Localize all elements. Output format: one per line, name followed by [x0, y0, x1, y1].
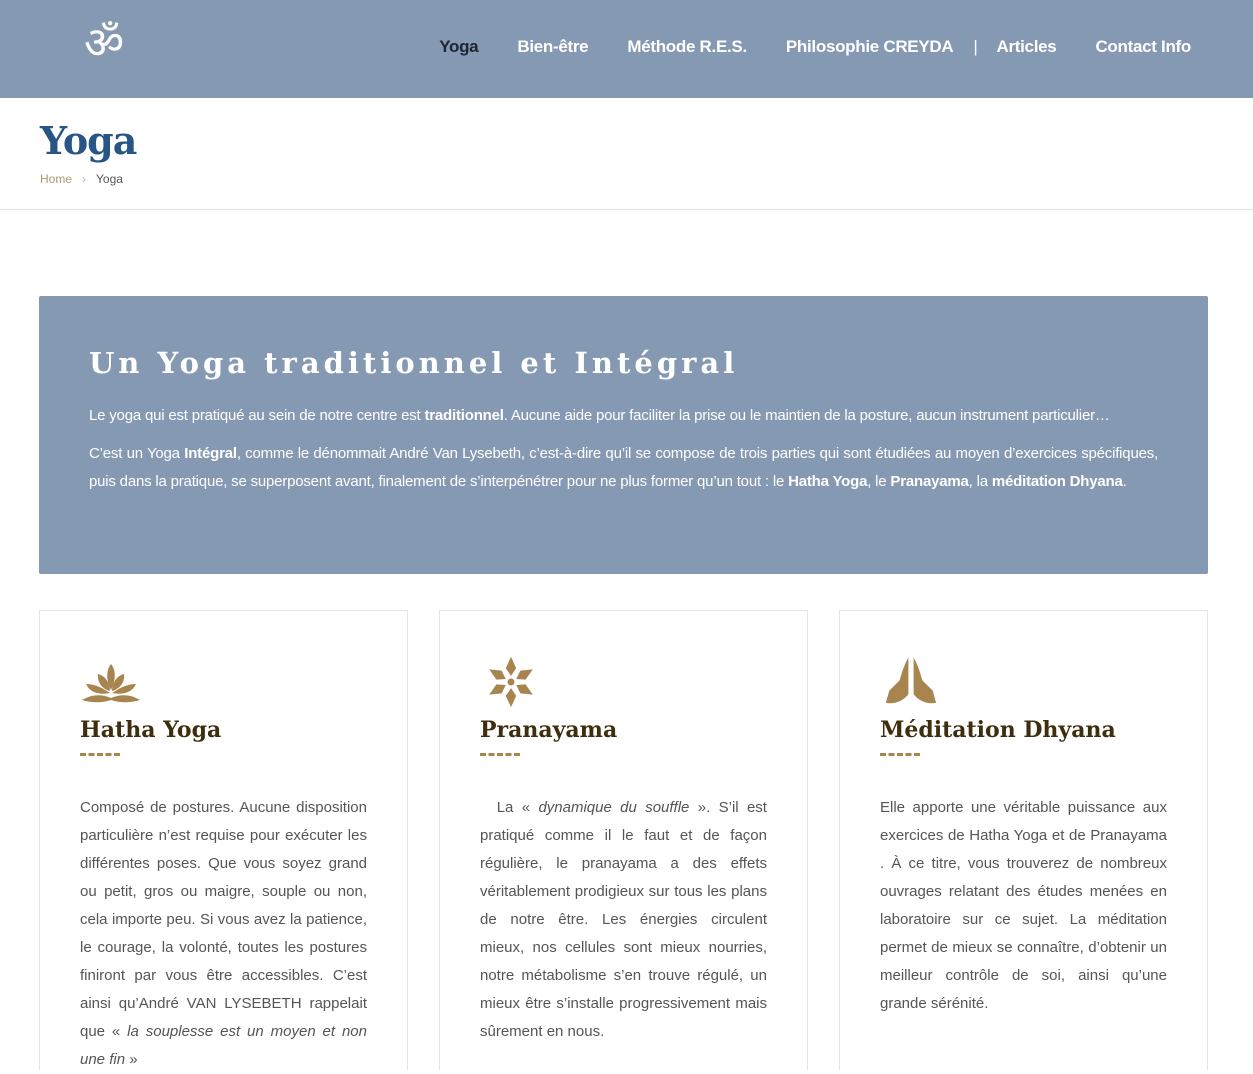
nav-separator: |: [973, 37, 978, 56]
intro-banner: Un Yoga traditionnel et Intégral Le yoga…: [39, 296, 1208, 574]
praying-hands-icon: [885, 657, 937, 704]
lotus-icon: [82, 664, 140, 703]
text: »: [125, 1051, 138, 1068]
card-text: Composé de postures. Aucune disposition …: [80, 794, 367, 1074]
nav-contact-info[interactable]: Contact Info: [1095, 37, 1191, 57]
text: La «: [496, 799, 539, 816]
breadcrumb: Home › Yoga: [40, 172, 123, 186]
card-pranayama: Pranayama La « dynamique du souffle ». S…: [439, 610, 808, 1070]
card-text: Elle apporte une véritable puissance aux…: [880, 799, 1167, 1012]
banner-title: Un Yoga traditionnel et Intégral: [89, 346, 739, 380]
card-title: Hatha Yoga: [80, 717, 222, 743]
card-title: Pranayama: [480, 717, 618, 743]
card-hatha-yoga: Hatha Yoga Composé de postures. Aucune d…: [39, 610, 408, 1070]
nav-philosophie-creyda[interactable]: Philosophie CREYDA: [786, 37, 954, 57]
flower-icon: [486, 656, 536, 708]
breadcrumb-home[interactable]: Home: [40, 172, 72, 186]
banner-paragraph-1: Le yoga qui est pratiqué au sein de notr…: [89, 402, 1158, 430]
text: , le: [867, 473, 891, 490]
italic-quote: dynamique du souffle: [538, 799, 690, 816]
bold-text: Pranayama: [890, 473, 969, 490]
text: ». S’il est pratiqué comme il le faut et…: [480, 799, 767, 1040]
nav-articles[interactable]: Articles: [996, 37, 1056, 57]
main-nav: Yoga Bien-être Méthode R.E.S. Philosophi…: [400, 37, 1191, 57]
nav-yoga[interactable]: Yoga: [439, 37, 478, 57]
text: Composé de postures. Aucune disposition …: [80, 799, 367, 1040]
card-text: La « dynamique du souffle ». S’il est pr…: [480, 794, 767, 1046]
page-title: Yoga: [40, 118, 137, 163]
bold-text: Intégral: [184, 445, 237, 462]
text: Le yoga qui est pratiqué au sein de notr…: [89, 407, 425, 424]
text: .: [1122, 473, 1127, 490]
bold-text: méditation Dhyana: [991, 473, 1123, 490]
bold-text: traditionnel: [424, 407, 504, 424]
divider: [880, 753, 920, 756]
divider: [480, 753, 520, 756]
practice-cards: Hatha Yoga Composé de postures. Aucune d…: [39, 610, 1208, 1070]
om-logo-icon[interactable]: ॐ: [84, 22, 124, 66]
divider: [80, 753, 120, 756]
breadcrumb-current: Yoga: [96, 172, 123, 186]
banner-paragraph-2: C’est un Yoga Intégral, comme le dénomma…: [89, 440, 1158, 496]
card-title: Méditation Dhyana: [880, 717, 1116, 743]
chevron-right-icon: ›: [82, 172, 87, 186]
nav-methode-res[interactable]: Méthode R.E.S.: [627, 37, 747, 57]
bold-text: Hatha Yoga: [788, 473, 868, 490]
site-header: ॐ Yoga Bien-être Méthode R.E.S. Philosop…: [0, 0, 1253, 98]
page-title-bar: Yoga Home › Yoga: [0, 98, 1253, 210]
text: . Aucune aide pour faciliter la prise ou…: [503, 407, 1110, 424]
text: , la: [968, 473, 992, 490]
text: C’est un Yoga: [89, 445, 185, 462]
nav-bien-etre[interactable]: Bien-être: [517, 37, 588, 57]
card-meditation-dhyana: Méditation Dhyana Elle apporte une vérit…: [839, 610, 1208, 1070]
